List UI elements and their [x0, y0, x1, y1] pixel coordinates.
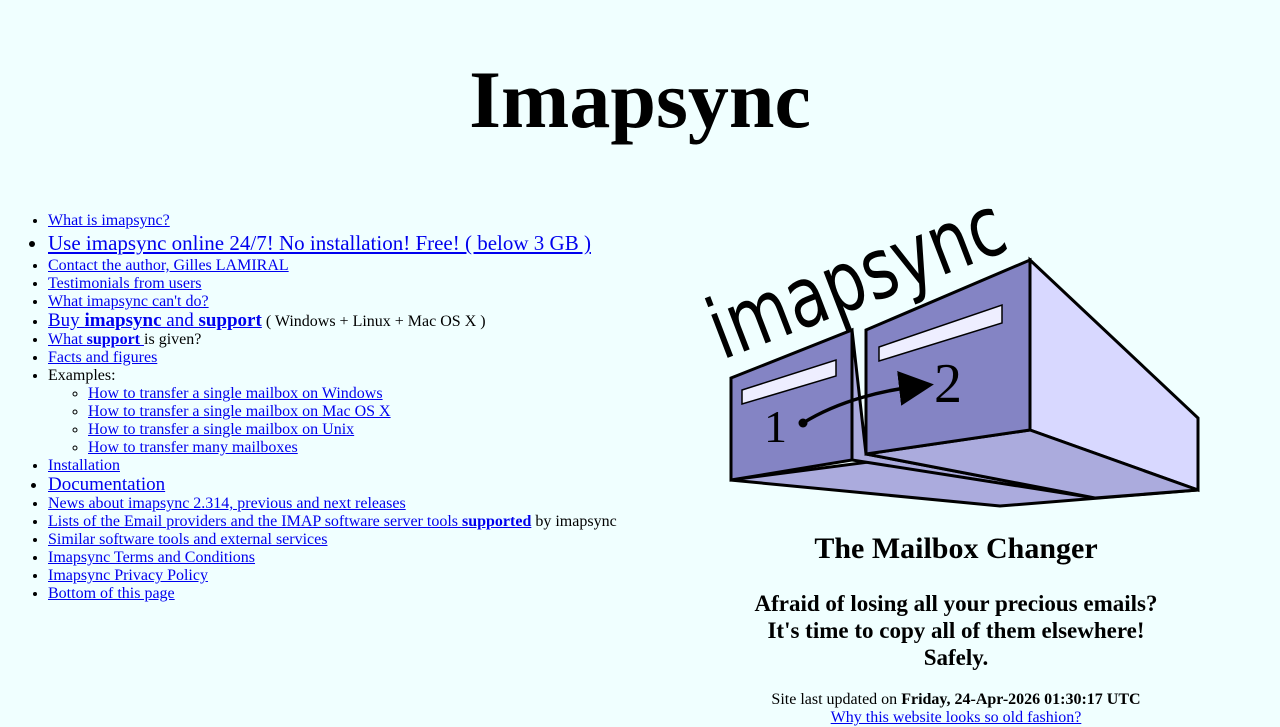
mailbox-logo-image: 1 2 imapsync — [700, 190, 1200, 508]
nav-item-support: What support is given? — [48, 331, 648, 349]
example-item-macosx: How to transfer a single mailbox on Mac … — [88, 403, 648, 421]
what-is-link[interactable]: What is imapsync? — [48, 212, 170, 229]
pitch-line-2: It's time to copy all of them elsewhere! — [767, 618, 1145, 643]
main-nav: What is imapsync? Use imapsync online 24… — [8, 212, 648, 603]
privacy-link[interactable]: Imapsync Privacy Policy — [48, 567, 208, 584]
tagline: The Mailbox Changer — [814, 532, 1098, 565]
support-word: support — [86, 331, 145, 348]
examples-label: Examples: — [48, 367, 116, 384]
news-link[interactable]: News about imapsync 2.314, previous and … — [48, 495, 406, 512]
pitch-line-1: Afraid of losing all your precious email… — [754, 591, 1158, 616]
nav-item-facts: Facts and figures — [48, 349, 648, 367]
buy-link[interactable]: Buy imapsync and support — [48, 310, 262, 331]
hero-panel: 1 2 imapsync The Mailbox Changer Afraid … — [700, 190, 1212, 727]
buy-support: support — [198, 310, 262, 331]
examples-list: How to transfer a single mailbox on Wind… — [48, 385, 648, 457]
similar-link[interactable]: Similar software tools and external serv… — [48, 531, 327, 548]
example-unix-link[interactable]: How to transfer a single mailbox on Unix — [88, 421, 354, 438]
example-item-windows: How to transfer a single mailbox on Wind… — [88, 385, 648, 403]
nav-item-cant-do: What imapsync can't do? — [48, 293, 648, 311]
site-updated: Site last updated on Friday, 24-Apr-2026… — [700, 691, 1212, 709]
pitch-line-3: Safely. — [923, 645, 989, 670]
installation-link[interactable]: Installation — [48, 457, 120, 474]
nav-item-contact: Contact the author, Gilles LAMIRAL — [48, 257, 648, 275]
nav-item-installation: Installation — [48, 457, 648, 475]
cant-do-link[interactable]: What imapsync can't do? — [48, 293, 209, 310]
nav-item-examples: Examples: How to transfer a single mailb… — [48, 367, 648, 457]
nav-item-testimonials: Testimonials from users — [48, 275, 648, 293]
old-fashion-link[interactable]: Why this website looks so old fashion? — [831, 709, 1082, 726]
example-item-unix: How to transfer a single mailbox on Unix — [88, 421, 648, 439]
nav-item-documentation: Documentation — [48, 475, 648, 495]
support-prefix: What — [48, 331, 87, 348]
buy-prefix: Buy — [48, 310, 85, 331]
lists-suffix: by imapsync — [531, 513, 617, 530]
logo-number-1: 1 — [764, 401, 787, 452]
lists-supported: supported — [461, 513, 532, 530]
support-suffix: is given? — [144, 331, 202, 348]
support-link[interactable]: What support — [48, 331, 144, 348]
nav-item-privacy: Imapsync Privacy Policy — [48, 567, 648, 585]
facts-link[interactable]: Facts and figures — [48, 349, 157, 366]
updated-date: Friday, 24-Apr-2026 01:30:17 UTC — [901, 691, 1141, 708]
buy-and: and — [161, 310, 199, 331]
nav-item-bottom: Bottom of this page — [48, 585, 648, 603]
page-title: Imapsync — [469, 54, 811, 145]
buy-imapsync: imapsync — [84, 310, 162, 331]
example-item-many: How to transfer many mailboxes — [88, 439, 648, 457]
testimonials-link[interactable]: Testimonials from users — [48, 275, 202, 292]
example-macosx-link[interactable]: How to transfer a single mailbox on Mac … — [88, 403, 391, 420]
old-fashion: Why this website looks so old fashion? — [700, 709, 1212, 727]
nav-item-terms: Imapsync Terms and Conditions — [48, 549, 648, 567]
contact-link[interactable]: Contact the author, Gilles LAMIRAL — [48, 257, 289, 274]
buy-platforms: ( Windows + Linux + Mac OS X ) — [261, 313, 486, 330]
pitch: Afraid of losing all your precious email… — [700, 590, 1212, 671]
nav-item-similar: Similar software tools and external serv… — [48, 531, 648, 549]
bottom-link[interactable]: Bottom of this page — [48, 585, 175, 602]
online-link[interactable]: Use imapsync online 24/7! No installatio… — [48, 231, 591, 255]
documentation-link[interactable]: Documentation — [48, 474, 165, 495]
imapsync-logo: 1 2 imapsync — [700, 190, 1212, 510]
terms-link[interactable]: Imapsync Terms and Conditions — [48, 549, 255, 566]
logo-number-2: 2 — [934, 353, 962, 415]
nav-item-what-is: What is imapsync? — [48, 212, 648, 230]
lists-link[interactable]: Lists of the Email providers and the IMA… — [48, 513, 531, 530]
nav-item-online: Use imapsync online 24/7! No installatio… — [48, 230, 648, 257]
example-many-link[interactable]: How to transfer many mailboxes — [88, 439, 298, 456]
nav-item-buy: Buy imapsync and support ( Windows + Lin… — [48, 311, 648, 331]
example-windows-link[interactable]: How to transfer a single mailbox on Wind… — [88, 385, 383, 402]
updated-prefix: Site last updated on — [771, 691, 902, 708]
nav-item-lists: Lists of the Email providers and the IMA… — [48, 513, 648, 531]
lists-prefix: Lists of the Email providers and the IMA… — [48, 513, 462, 530]
nav-item-news: News about imapsync 2.314, previous and … — [48, 495, 648, 513]
